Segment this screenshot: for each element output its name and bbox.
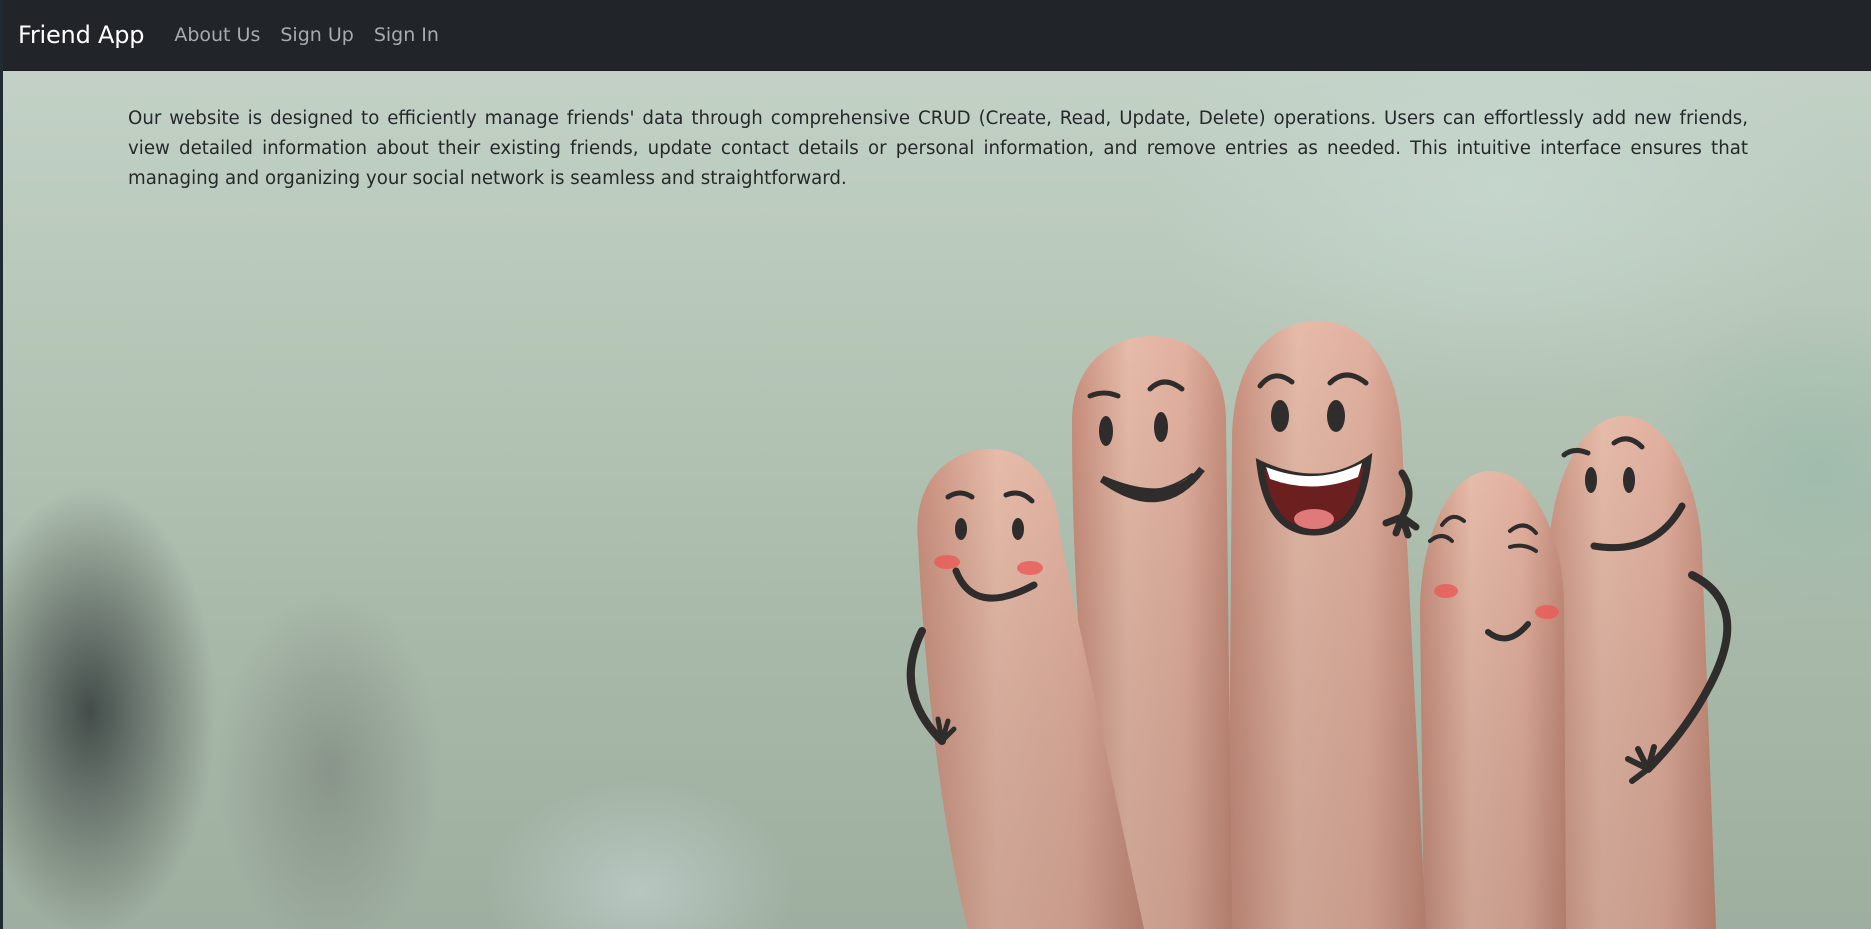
intro-paragraph: Our website is designed to efficiently m… [128,108,1748,189]
top-navbar: Friend App About Us Sign Up Sign In [0,0,1871,71]
finger-ring [1420,471,1566,929]
finger-right [1540,416,1716,929]
hero-section: Our website is designed to efficiently m… [0,71,1871,929]
nav-links: About Us Sign Up Sign In [174,24,459,46]
finger-middle [1228,321,1426,929]
smiling-fingers-illustration [906,321,1732,929]
brand-link[interactable]: Friend App [18,21,145,49]
nav-link-sign-in[interactable]: Sign In [374,24,439,46]
nav-link-about-us[interactable]: About Us [174,24,260,46]
nav-link-sign-up[interactable]: Sign Up [280,24,353,46]
window-left-edge [0,0,3,929]
